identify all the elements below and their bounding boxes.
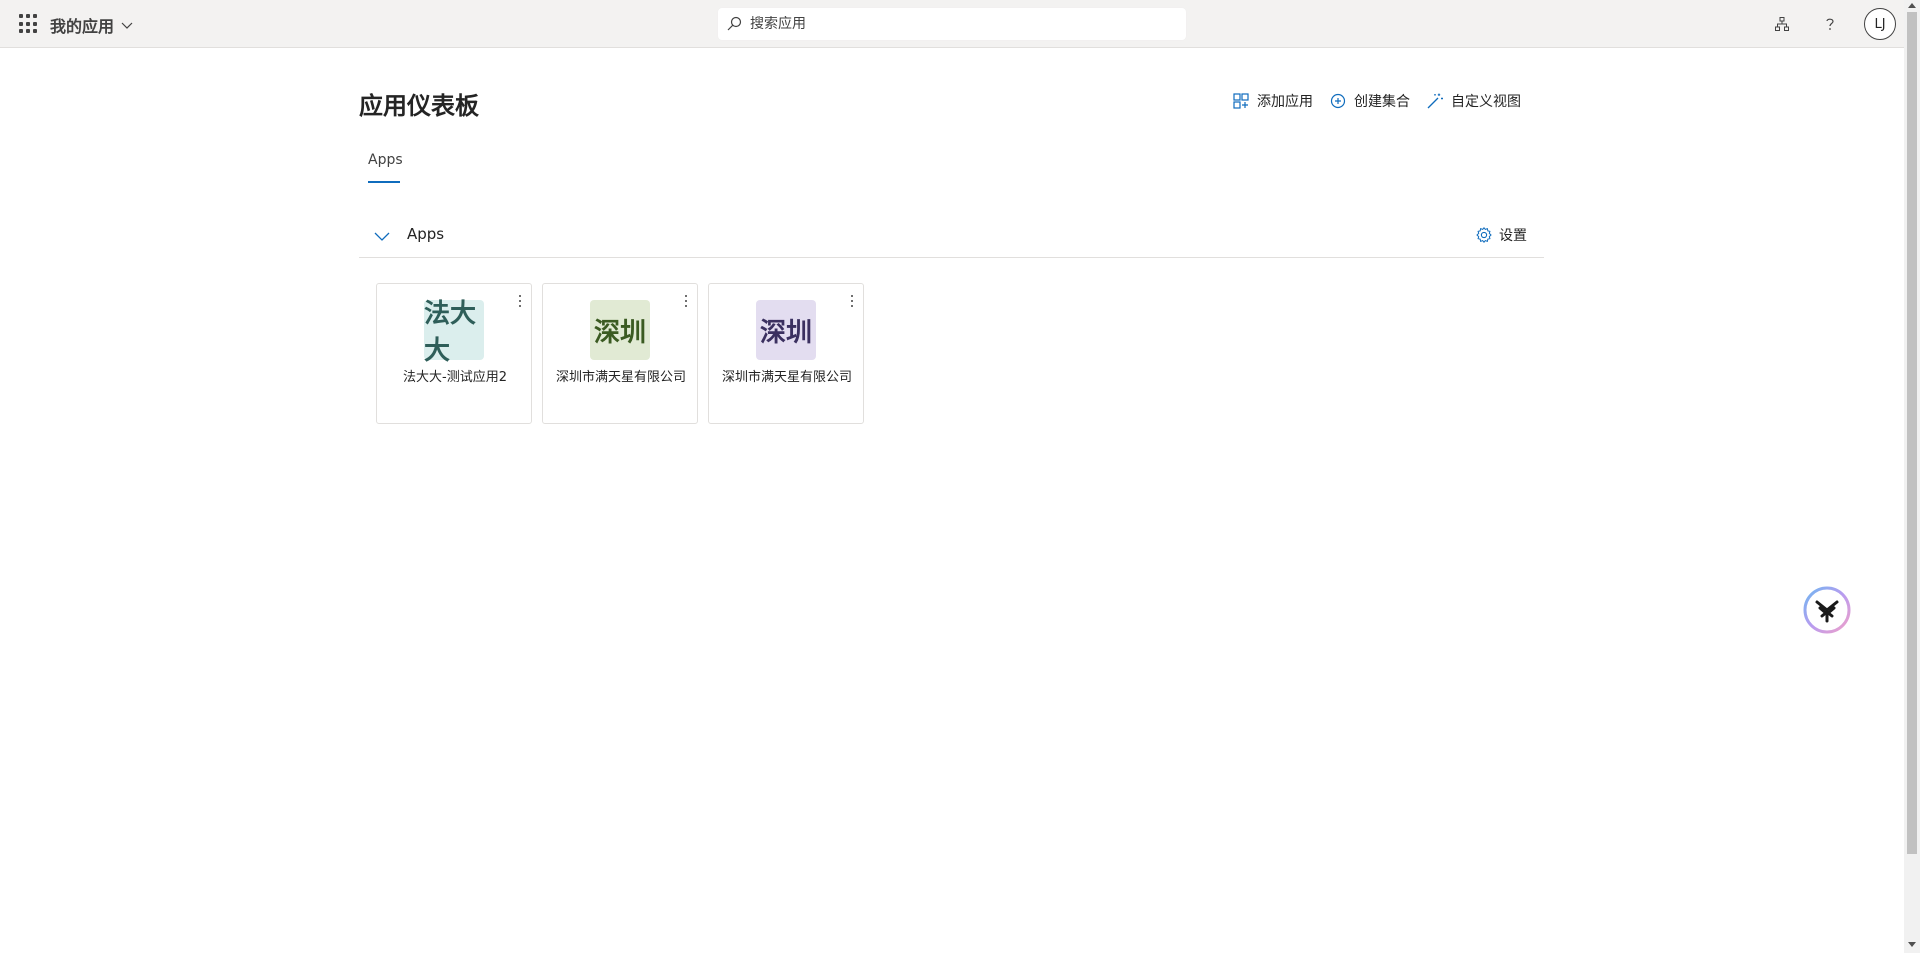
scrollbar[interactable] [1904,0,1920,953]
app-card[interactable]: 法大大 法大大-测试应用2 [376,283,532,424]
search-box[interactable] [718,8,1186,40]
section-header: Apps 设置 [359,220,1544,258]
app-card[interactable]: 深圳 深圳市满天星有限公司 [542,283,698,424]
more-options-icon[interactable] [846,292,858,310]
app-name: 深圳市满天星有限公司 [555,370,686,385]
app-logo-text: 深圳 [593,317,646,348]
add-app-label: 添加应用 [1257,94,1313,110]
app-logo: 深圳 [590,300,650,360]
scroll-thumb[interactable] [1907,12,1917,854]
add-circle-icon [1330,93,1346,109]
app-logo-text: 深圳 [759,317,812,348]
more-options-icon[interactable] [680,292,692,310]
add-app-button[interactable]: 添加应用 [1232,91,1313,111]
app-card[interactable]: 深圳 深圳市满天星有限公司 [708,283,864,424]
scroll-up-arrow-icon[interactable] [1908,3,1916,8]
app-title: 我的应用 [50,17,115,36]
org-chart-icon[interactable] [1770,12,1794,36]
search-input[interactable] [750,16,1170,32]
action-bar: 添加应用 创建集合 自定义视图 [1232,91,1537,111]
tab-apps[interactable]: Apps [368,152,403,168]
chevron-down-icon [121,22,133,29]
settings-label: 设置 [1499,228,1527,244]
more-options-icon[interactable] [514,292,526,310]
avatar-initials: LJ [1874,16,1886,32]
scroll-down-arrow-icon[interactable] [1908,942,1916,947]
app-logo: 法大大 [424,299,484,366]
customize-view-button[interactable]: 自定义视图 [1426,91,1521,111]
app-logo: 深圳 [756,300,816,360]
app-logo-text: 法大大 [424,299,477,366]
chevron-down-icon[interactable] [373,227,391,245]
create-collection-button[interactable]: 创建集合 [1329,91,1410,111]
top-bar: 我的应用 LJ [0,0,1904,48]
app-name: 深圳市满天星有限公司 [721,370,852,385]
avatar[interactable]: LJ [1864,8,1896,40]
gear-icon [1476,227,1492,243]
app-switcher[interactable]: 我的应用 [50,13,134,37]
create-collection-label: 创建集合 [1354,94,1410,110]
help-icon[interactable] [1818,12,1842,36]
add-app-icon [1233,93,1249,109]
app-name: 法大大-测试应用2 [403,370,507,385]
settings-button[interactable]: 设置 [1475,225,1527,245]
section-title: Apps [407,225,445,243]
app-launcher-icon[interactable] [16,12,40,36]
customize-view-label: 自定义视图 [1451,94,1521,110]
tab-selected-indicator [368,181,400,183]
page-title: 应用仪表板 [359,92,479,120]
search-icon [727,16,742,31]
magic-wand-icon [1427,93,1443,109]
assistant-bot-icon[interactable] [1803,586,1851,634]
